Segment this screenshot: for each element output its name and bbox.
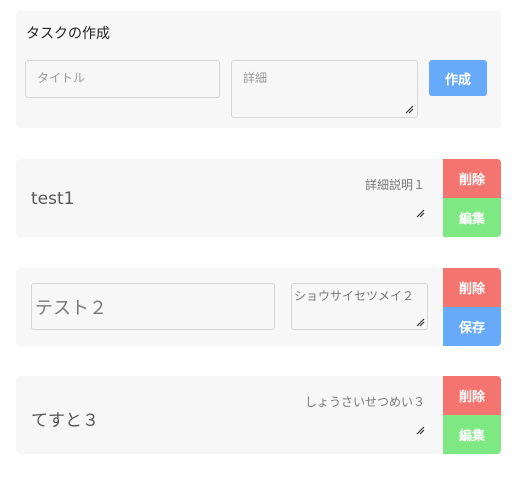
edit-detail-textarea[interactable]: ショウサイセツメイ２: [291, 283, 428, 330]
edit-button[interactable]: 編集: [443, 198, 501, 237]
edit-title-input[interactable]: テスト２: [31, 283, 275, 330]
task-card: てすと３ しょうさいせつめい３ 削除 編集: [16, 376, 501, 454]
resize-grip-icon: [416, 426, 425, 435]
task-card-editing: テスト２ ショウサイセツメイ２ 削除 保存: [16, 268, 501, 346]
task-card: test1 詳細説明１ 削除 編集: [16, 159, 501, 237]
task-title: てすと３: [31, 411, 99, 431]
delete-button[interactable]: 削除: [443, 268, 501, 307]
delete-button[interactable]: 削除: [443, 159, 501, 198]
detail-textarea[interactable]: 詳細: [231, 60, 418, 118]
create-task-panel: タスクの作成 タイトル 詳細 作成: [16, 11, 501, 128]
task-detail: 詳細説明１: [364, 178, 425, 192]
create-task-heading: タスクの作成: [26, 26, 110, 42]
resize-grip-icon[interactable]: [416, 318, 425, 327]
task-detail: しょうさいせつめい３: [304, 395, 425, 409]
title-input[interactable]: タイトル: [25, 60, 220, 98]
edit-button[interactable]: 編集: [443, 415, 501, 454]
create-button[interactable]: 作成: [429, 60, 487, 96]
resize-grip-icon[interactable]: [405, 105, 414, 114]
task-title: test1: [31, 189, 75, 209]
resize-grip-icon: [416, 209, 425, 218]
save-button[interactable]: 保存: [443, 307, 501, 346]
delete-button[interactable]: 削除: [443, 376, 501, 415]
